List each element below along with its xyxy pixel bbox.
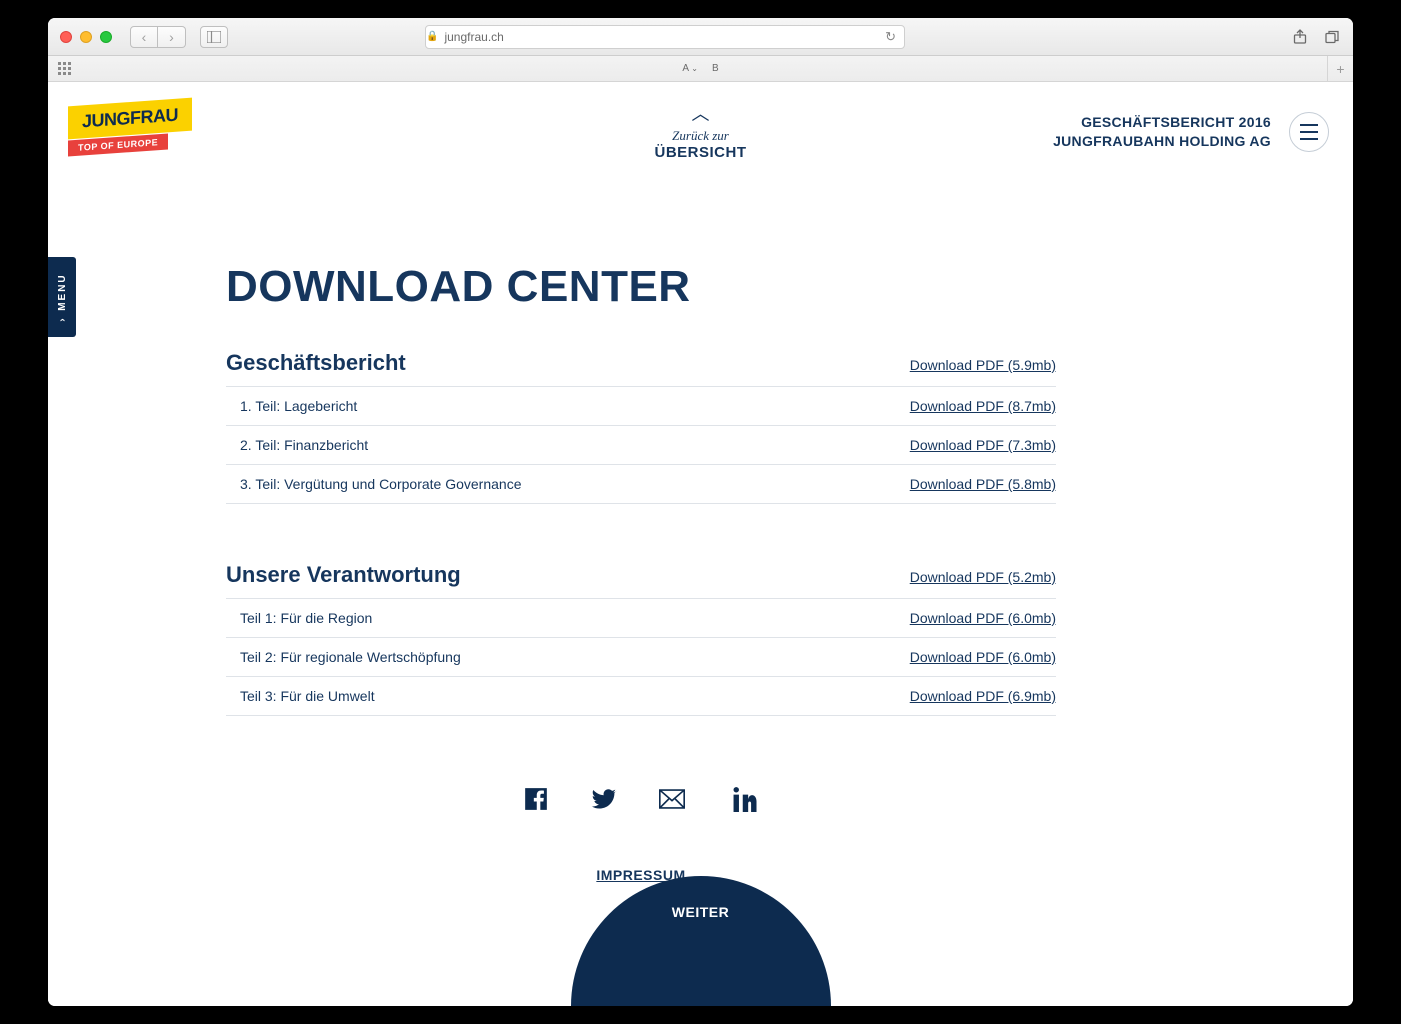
share-icon[interactable] [1291, 28, 1309, 46]
header-right-text: GESCHÄFTSBERICHT 2016 JUNGFRAUBAHN HOLDI… [1053, 113, 1271, 151]
list-item: Teil 1: Für die Region Download PDF (6.0… [226, 599, 1056, 638]
chevron-right-icon: › [57, 316, 68, 321]
row-download[interactable]: Download PDF (8.7mb) [910, 398, 1056, 414]
header-line2: JUNGFRAUBAHN HOLDING AG [1053, 132, 1271, 151]
row-download[interactable]: Download PDF (7.3mb) [910, 437, 1056, 453]
social-links [226, 786, 1056, 817]
row-download[interactable]: Download PDF (6.0mb) [910, 649, 1056, 665]
forward-button[interactable]: › [158, 26, 186, 48]
fav-bar-center: A ⌄ B [682, 63, 718, 74]
list-item: 1. Teil: Lagebericht Download PDF (8.7mb… [226, 387, 1056, 426]
weiter-label: WEITER [672, 904, 729, 1006]
header-line1: GESCHÄFTSBERICHT 2016 [1053, 113, 1271, 132]
page-title: DOWNLOAD CENTER [226, 262, 1056, 312]
sidebar-toggle-button[interactable] [200, 26, 228, 48]
row-label: Teil 3: Für die Umwelt [240, 688, 375, 704]
back-line1: Zurück zur [654, 128, 746, 144]
lock-icon: 🔒 [426, 31, 438, 42]
logo[interactable]: JUNGFRAU TOP OF EUROPE [68, 102, 178, 172]
section2-header: Unsere Verantwortung Download PDF (5.2mb… [226, 562, 1056, 599]
list-item: Teil 3: Für die Umwelt Download PDF (6.9… [226, 677, 1056, 716]
row-label: Teil 2: Für regionale Wertschöpfung [240, 649, 461, 665]
row-download[interactable]: Download PDF (6.9mb) [910, 688, 1056, 704]
logo-top: JUNGFRAU [68, 98, 192, 140]
page-content: JUNGFRAU TOP OF EUROPE ︿ Zurück zur ÜBER… [48, 82, 1353, 1006]
side-menu-label: MENU [57, 273, 68, 310]
linkedin-icon[interactable] [733, 786, 759, 817]
row-label: 3. Teil: Vergütung und Corporate Governa… [240, 476, 521, 492]
row-download[interactable]: Download PDF (6.0mb) [910, 610, 1056, 626]
close-window-button[interactable] [60, 31, 72, 43]
section1-download[interactable]: Download PDF (5.9mb) [910, 357, 1056, 373]
tabs-icon[interactable] [1323, 28, 1341, 46]
reload-icon[interactable]: ↻ [885, 29, 896, 45]
nav-buttons: ‹ › [130, 26, 186, 48]
apps-grid-icon[interactable] [58, 62, 71, 75]
main-content: DOWNLOAD CENTER Geschäftsbericht Downloa… [226, 262, 1056, 883]
chevron-up-icon: ︿ [654, 100, 746, 126]
side-menu-tab[interactable]: › MENU [48, 257, 76, 337]
row-label: Teil 1: Für die Region [240, 610, 372, 626]
section2-title: Unsere Verantwortung [226, 562, 461, 588]
menu-button[interactable] [1289, 112, 1329, 152]
minimize-window-button[interactable] [80, 31, 92, 43]
list-item: 2. Teil: Finanzbericht Download PDF (7.3… [226, 426, 1056, 465]
window-controls [60, 31, 112, 43]
browser-window: ‹ › 🔒 jungfrau.ch ↻ A ⌄ B + JUNGFRAU TOP… [48, 18, 1353, 1006]
new-tab-button[interactable]: + [1327, 56, 1353, 82]
fav-item-a[interactable]: A ⌄ [682, 63, 698, 74]
url-text: jungfrau.ch [444, 30, 503, 44]
section1-header: Geschäftsbericht Download PDF (5.9mb) [226, 350, 1056, 387]
row-download[interactable]: Download PDF (5.8mb) [910, 476, 1056, 492]
toolbar-right [1291, 28, 1341, 46]
maximize-window-button[interactable] [100, 31, 112, 43]
twitter-icon[interactable] [591, 786, 617, 817]
list-item: Teil 2: Für regionale Wertschöpfung Down… [226, 638, 1056, 677]
email-icon[interactable] [659, 786, 691, 817]
back-to-overview[interactable]: ︿ Zurück zur ÜBERSICHT [654, 100, 746, 161]
favorites-bar: A ⌄ B + [48, 56, 1353, 82]
weiter-button[interactable]: WEITER [571, 876, 831, 1006]
back-line2: ÜBERSICHT [654, 144, 746, 161]
row-label: 1. Teil: Lagebericht [240, 398, 357, 414]
section1-title: Geschäftsbericht [226, 350, 406, 376]
header-right: GESCHÄFTSBERICHT 2016 JUNGFRAUBAHN HOLDI… [1053, 112, 1329, 152]
list-item: 3. Teil: Vergütung und Corporate Governa… [226, 465, 1056, 504]
address-bar[interactable]: 🔒 jungfrau.ch ↻ [425, 25, 905, 49]
impressum-link[interactable]: IMPRESSUM [226, 867, 1056, 883]
back-button[interactable]: ‹ [130, 26, 158, 48]
row-label: 2. Teil: Finanzbericht [240, 437, 368, 453]
fav-item-b[interactable]: B [712, 63, 719, 74]
section2-download[interactable]: Download PDF (5.2mb) [910, 569, 1056, 585]
browser-toolbar: ‹ › 🔒 jungfrau.ch ↻ [48, 18, 1353, 56]
facebook-icon[interactable] [523, 786, 549, 817]
